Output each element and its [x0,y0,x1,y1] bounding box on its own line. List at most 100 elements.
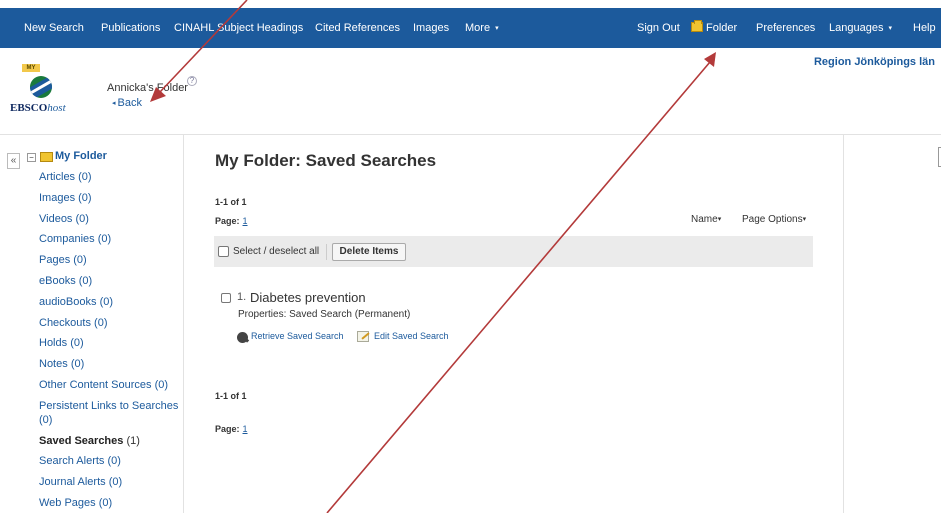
sidebar-item-label: Companies [39,233,95,246]
nav-publications[interactable]: Publications [101,8,160,48]
sidebar-item-pages[interactable]: Pages (0) [39,253,179,267]
sidebar-item-persistent-links-to-searches[interactable]: Persistent Links to Searches (0) [39,399,179,427]
logo-my-badge: MY [22,64,40,72]
result-checkbox[interactable] [221,293,231,303]
retrieve-search-icon [237,332,248,343]
organization-name: Region Jönköpings län [813,56,935,68]
result-number: 1. [237,291,247,303]
chevron-down-icon: ▾ [717,216,722,223]
main-content: My Folder: Saved Searches 1-1 of 1 Page:… [185,135,842,513]
chevron-down-icon: ▾ [495,25,499,32]
nav-more-menu[interactable]: More ▾ [465,8,499,48]
sidebar-item-holds[interactable]: Holds (0) [39,336,179,350]
sidebar-item-label: Checkouts [39,316,91,329]
retrieve-saved-search-link[interactable]: Retrieve Saved Search [251,331,344,341]
sidebar-item-label: eBooks [39,274,76,287]
delete-items-button[interactable]: Delete Items [332,243,406,261]
chevron-down-icon: ▾ [888,25,892,32]
sidebar-item-label: Other Content Sources [39,378,152,391]
logo-wordmark: EBSCOhost [10,102,66,114]
select-all-checkbox[interactable] [218,246,229,257]
sidebar-item-saved-searches[interactable]: Saved Searches (1) [39,434,179,448]
saved-search-title: Diabetes prevention [250,290,366,305]
sidebar-item-count: (0) [78,171,92,183]
nav-help[interactable]: Help [913,8,936,48]
sidebar-item-label: Holds [39,337,68,350]
sidebar-item-web-pages[interactable]: Web Pages (0) [39,496,179,510]
page-title: My Folder: Saved Searches [215,151,437,170]
action-bar: Select / deselect all Delete Items [214,236,813,267]
sidebar-list: Articles (0) Images (0) Videos (0) Companie… [39,170,179,517]
sidebar-item-label: audioBooks [39,295,97,308]
sidebar-item-images[interactable]: Images (0) [39,191,179,205]
nav-images[interactable]: Images [413,8,449,48]
sidebar-item-count: (0) [108,476,123,489]
page-header: MY EBSCOhost Annicka's Folder ? ◂ Back Re… [0,48,941,130]
toolbar-separator [326,244,327,260]
folder-sidebar: − My Folder Articles (0) Images (0) Videos… [0,135,184,513]
top-strip [0,0,941,8]
sidebar-item-count: (0) [107,455,121,468]
nav-sign-out[interactable]: Sign Out [637,8,680,48]
sidebar-item-label: Search Alerts [39,455,105,468]
sidebar-item-ebooks[interactable]: eBooks (0) [39,274,179,288]
sidebar-item-count: (0) [70,337,84,350]
sidebar-item-count: (0) [99,295,114,308]
sidebar-item-audiobooks[interactable]: audioBooks (0) [39,295,179,309]
edit-icon [357,331,369,342]
nav-new-search[interactable]: New Search [24,8,84,48]
folder-icon [691,20,703,32]
sidebar-item-count: (0) [39,413,53,426]
sidebar-item-count: (0) [73,254,87,267]
page-options-dropdown[interactable]: Page Options▾ [742,214,806,225]
sidebar-item-count: (0) [97,233,112,246]
folder-icon [40,152,53,162]
collapse-sidebar-button[interactable]: « [7,153,20,169]
sidebar-item-count: (0) [78,191,92,204]
sidebar-item-label: Journal Alerts [39,476,106,489]
sidebar-item-count: (0) [98,496,113,509]
nav-cinahl-subject-headings[interactable]: CINAHL Subject Headings [174,8,303,48]
nav-cited-references[interactable]: Cited References [315,8,400,48]
sidebar-item-journal-alerts[interactable]: Journal Alerts (0) [39,475,179,489]
sidebar-item-count: (0) [94,316,108,329]
page-link[interactable]: 1 [243,424,248,434]
sidebar-item-checkouts[interactable]: Checkouts (0) [39,316,179,330]
sidebar-item-count: (0) [70,358,85,371]
sidebar-item-count: (0) [154,378,169,391]
results-count-bottom: 1-1 of 1 [215,391,247,401]
nav-preferences[interactable]: Preferences [756,8,815,48]
sidebar-root-my-folder[interactable]: My Folder [55,150,107,162]
back-link[interactable]: ◂ Back [112,97,142,109]
sidebar-item-companies[interactable]: Companies (0) [39,232,179,246]
sidebar-item-label: Web Pages [39,496,96,509]
sidebar-item-search-alerts[interactable]: Search Alerts (0) [39,454,179,468]
sidebar-item-label: Articles [39,171,76,183]
ebsco-globe-icon [30,76,52,98]
sidebar-item-videos[interactable]: Videos (0) [39,212,179,226]
sort-dropdown[interactable]: Name▾ [691,214,721,225]
chevron-down-icon: ▾ [802,216,807,223]
sidebar-item-articles[interactable]: Articles (0) [39,170,179,184]
select-all-label: Select / deselect all [233,246,320,257]
sidebar-item-label: Videos [39,212,73,225]
sidebar-item-label: Persistent Links to Searches [39,399,179,412]
sidebar-item-label: Images [39,191,76,204]
page-link[interactable]: 1 [243,216,248,226]
pagination-bottom: Page: 1 [215,424,248,434]
back-arrow-icon: ◂ [112,100,116,107]
sidebar-item-notes[interactable]: Notes (0) [39,357,179,371]
nav-languages-menu[interactable]: Languages ▾ [829,8,892,48]
tree-collapse-icon[interactable]: − [27,153,36,162]
saved-search-properties: Properties: Saved Search (Permanent) [238,309,411,320]
edit-saved-search-link[interactable]: Edit Saved Search [374,331,449,341]
sidebar-item-label: Notes [39,358,68,371]
right-column [843,135,941,513]
nav-folder[interactable]: Folder [691,8,737,48]
sidebar-item-count: (0) [75,212,89,225]
help-icon[interactable]: ? [187,76,197,86]
sidebar-item-count: (0) [78,274,93,287]
sidebar-item-label: Saved Searches [39,434,124,447]
ebscohost-logo[interactable]: MY EBSCOhost [10,58,90,118]
sidebar-item-other-content-sources[interactable]: Other Content Sources (0) [39,378,179,392]
